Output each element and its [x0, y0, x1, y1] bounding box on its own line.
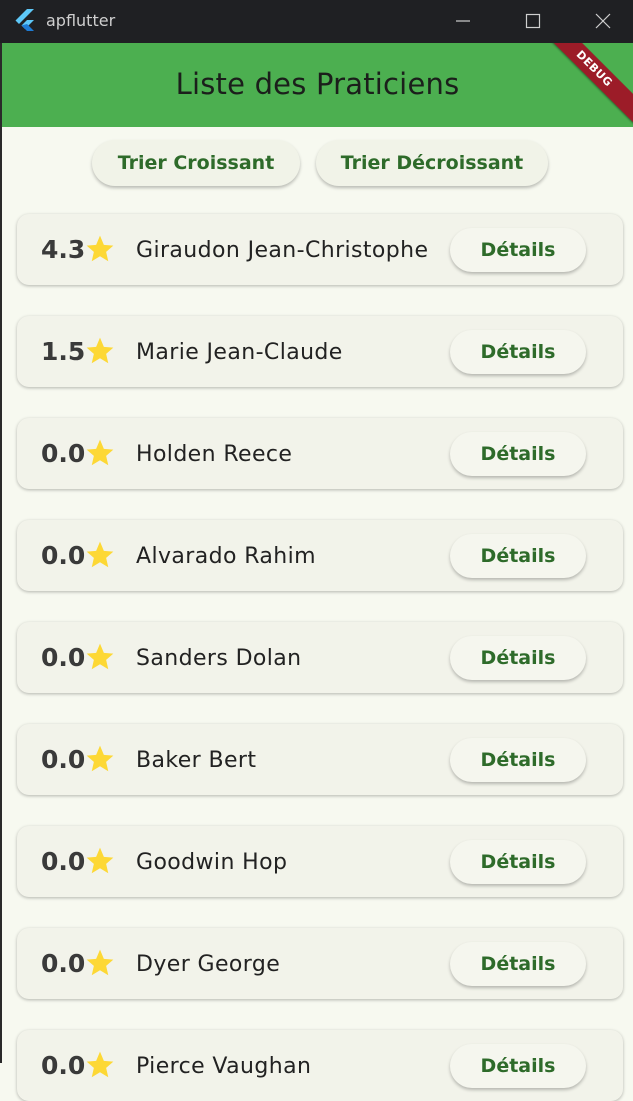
rating-value: 0.0	[41, 541, 86, 570]
praticien-name: Holden Reece	[136, 442, 293, 467]
rating-value: 1.5	[41, 337, 86, 366]
praticien-name: Baker Bert	[136, 748, 257, 773]
rating-value: 0.0	[41, 847, 86, 876]
rating-value: 0.0	[41, 1051, 86, 1080]
details-button[interactable]: Détails	[450, 330, 586, 374]
app-bar: Liste des Praticiens DEBUG	[2, 43, 633, 127]
praticien-name: Giraudon Jean-Christophe	[136, 238, 429, 263]
minimize-button[interactable]	[433, 0, 493, 43]
star-icon	[84, 539, 116, 571]
details-button[interactable]: Détails	[450, 228, 586, 272]
praticien-name: Marie Jean-Claude	[136, 340, 343, 365]
praticien-name: Sanders Dolan	[136, 646, 302, 671]
list-item: 0.0 Baker Bert Détails	[17, 724, 623, 795]
details-button[interactable]: Détails	[450, 1044, 586, 1088]
praticien-name: Dyer George	[136, 952, 281, 977]
star-icon	[84, 947, 116, 979]
star-icon	[84, 233, 116, 265]
list-item: 4.3 Giraudon Jean-Christophe Détails	[17, 214, 623, 285]
praticien-name: Alvarado Rahim	[136, 544, 316, 569]
details-button[interactable]: Détails	[450, 738, 586, 782]
star-icon	[84, 845, 116, 877]
list-item: 0.0 Dyer George Détails	[17, 928, 623, 999]
list-item: 1.5 Marie Jean-Claude Détails	[17, 316, 623, 387]
list-item: 0.0 Pierce Vaughan Détails	[17, 1030, 623, 1101]
page-title: Liste des Praticiens	[175, 67, 460, 101]
rating-value: 0.0	[41, 643, 86, 672]
star-icon	[84, 1049, 116, 1081]
maximize-button[interactable]	[503, 0, 563, 43]
star-icon	[84, 641, 116, 673]
details-button[interactable]: Détails	[450, 942, 586, 986]
praticien-name: Goodwin Hop	[136, 850, 288, 875]
rating-value: 4.3	[41, 235, 86, 264]
details-button[interactable]: Détails	[450, 840, 586, 884]
list-item: 0.0 Holden Reece Détails	[17, 418, 623, 489]
close-button[interactable]	[573, 0, 633, 43]
rating-value: 0.0	[41, 745, 86, 774]
star-icon	[84, 437, 116, 469]
star-icon	[84, 335, 116, 367]
flutter-logo-icon	[14, 9, 36, 33]
rating-value: 0.0	[41, 439, 86, 468]
details-button[interactable]: Détails	[450, 636, 586, 680]
rating-value: 0.0	[41, 949, 86, 978]
list-item: 0.0 Sanders Dolan Détails	[17, 622, 623, 693]
details-button[interactable]: Détails	[450, 432, 586, 476]
star-icon	[84, 743, 116, 775]
window-border	[0, 43, 2, 1063]
window-title: apflutter	[46, 11, 116, 30]
praticien-name: Pierce Vaughan	[136, 1054, 312, 1079]
details-button[interactable]: Détails	[450, 534, 586, 578]
window-titlebar: apflutter	[0, 0, 633, 43]
sort-ascending-button[interactable]: Trier Croissant	[92, 140, 300, 186]
list-item: 0.0 Goodwin Hop Détails	[17, 826, 623, 897]
list-item: 0.0 Alvarado Rahim Détails	[17, 520, 623, 591]
sort-descending-button[interactable]: Trier Décroissant	[316, 140, 548, 186]
